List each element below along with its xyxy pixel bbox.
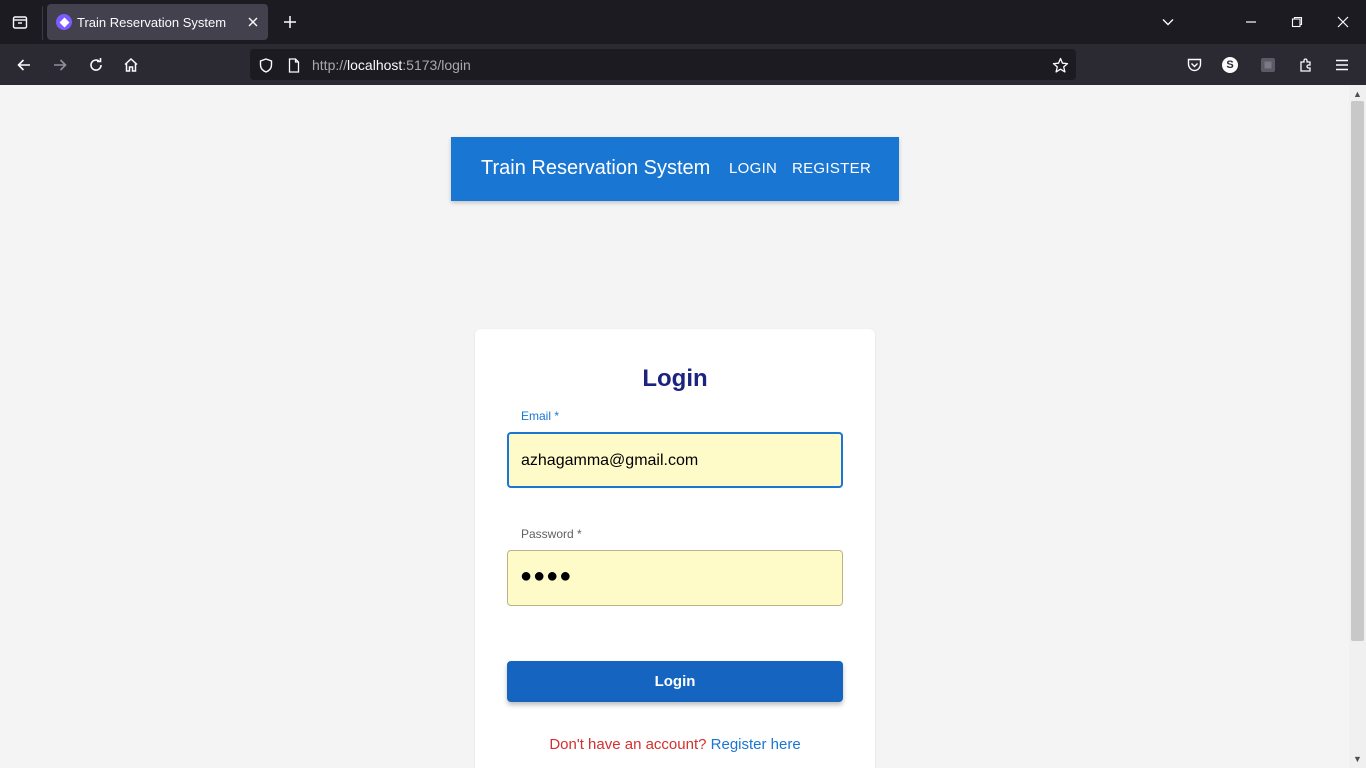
browser-tab[interactable]: Train Reservation System — [47, 4, 268, 40]
email-value: azhagamma@gmail.com — [521, 452, 699, 469]
app-title: Train Reservation System — [481, 157, 711, 179]
menu-icon[interactable] — [1329, 52, 1355, 78]
register-prompt-line: Don't have an account? Register here — [475, 736, 875, 753]
url-path: :5173/login — [402, 57, 471, 73]
register-link[interactable]: Register here — [711, 736, 801, 753]
account-icon[interactable]: S — [1217, 52, 1243, 78]
tab-separator — [42, 6, 43, 40]
page-viewport: Train Reservation System LOGIN REGISTER … — [0, 85, 1349, 768]
pocket-icon[interactable] — [1181, 52, 1207, 78]
scrollbar-thumb[interactable] — [1351, 101, 1364, 641]
forward-icon[interactable] — [47, 52, 73, 78]
window-close-icon[interactable] — [1327, 6, 1359, 38]
minimize-icon[interactable] — [1235, 6, 1267, 38]
app-header: Train Reservation System LOGIN REGISTER — [451, 137, 899, 201]
scroll-down-arrow-icon[interactable]: ▼ — [1351, 752, 1364, 766]
chevron-down-icon[interactable] — [1152, 6, 1184, 38]
email-field[interactable]: azhagamma@gmail.com — [507, 432, 843, 488]
login-button[interactable]: Login — [507, 661, 843, 702]
bookmark-star-icon[interactable] — [1049, 54, 1071, 76]
extension-icon[interactable] — [1255, 52, 1281, 78]
nav-login-link[interactable]: LOGIN — [729, 160, 777, 177]
password-field[interactable]: ●●●● — [507, 550, 843, 606]
tab-list-icon[interactable] — [8, 10, 32, 34]
password-mask: ●●●● — [520, 565, 573, 587]
back-icon[interactable] — [11, 52, 37, 78]
extensions-puzzle-icon[interactable] — [1293, 52, 1319, 78]
new-tab-icon[interactable] — [278, 10, 302, 34]
scroll-up-arrow-icon[interactable]: ▲ — [1351, 87, 1364, 101]
favicon-icon — [56, 14, 72, 30]
login-heading: Login — [642, 365, 708, 392]
url-scheme: http:// — [312, 57, 348, 73]
profile-initial: S — [1222, 57, 1238, 73]
url-host: localhost — [347, 57, 403, 73]
page-info-icon[interactable] — [283, 54, 305, 76]
browser-tabbar: Train Reservation System — [0, 0, 1366, 44]
close-tab-icon[interactable] — [243, 12, 263, 32]
shield-icon[interactable] — [255, 54, 277, 76]
register-prompt: Don't have an account? — [549, 736, 707, 753]
password-label: Password * — [521, 527, 582, 541]
home-icon[interactable] — [118, 52, 144, 78]
address-bar[interactable]: http://localhost:5173/login — [250, 49, 1076, 80]
email-label: Email * — [521, 409, 560, 423]
login-card: Login Email * azhagamma@gmail.com Passwo… — [475, 329, 875, 768]
tab-title: Train Reservation System — [77, 15, 227, 30]
reload-icon[interactable] — [83, 52, 109, 78]
restore-icon[interactable] — [1281, 6, 1313, 38]
nav-register-link[interactable]: REGISTER — [792, 160, 871, 177]
url-text[interactable]: http://localhost:5173/login — [312, 57, 471, 73]
